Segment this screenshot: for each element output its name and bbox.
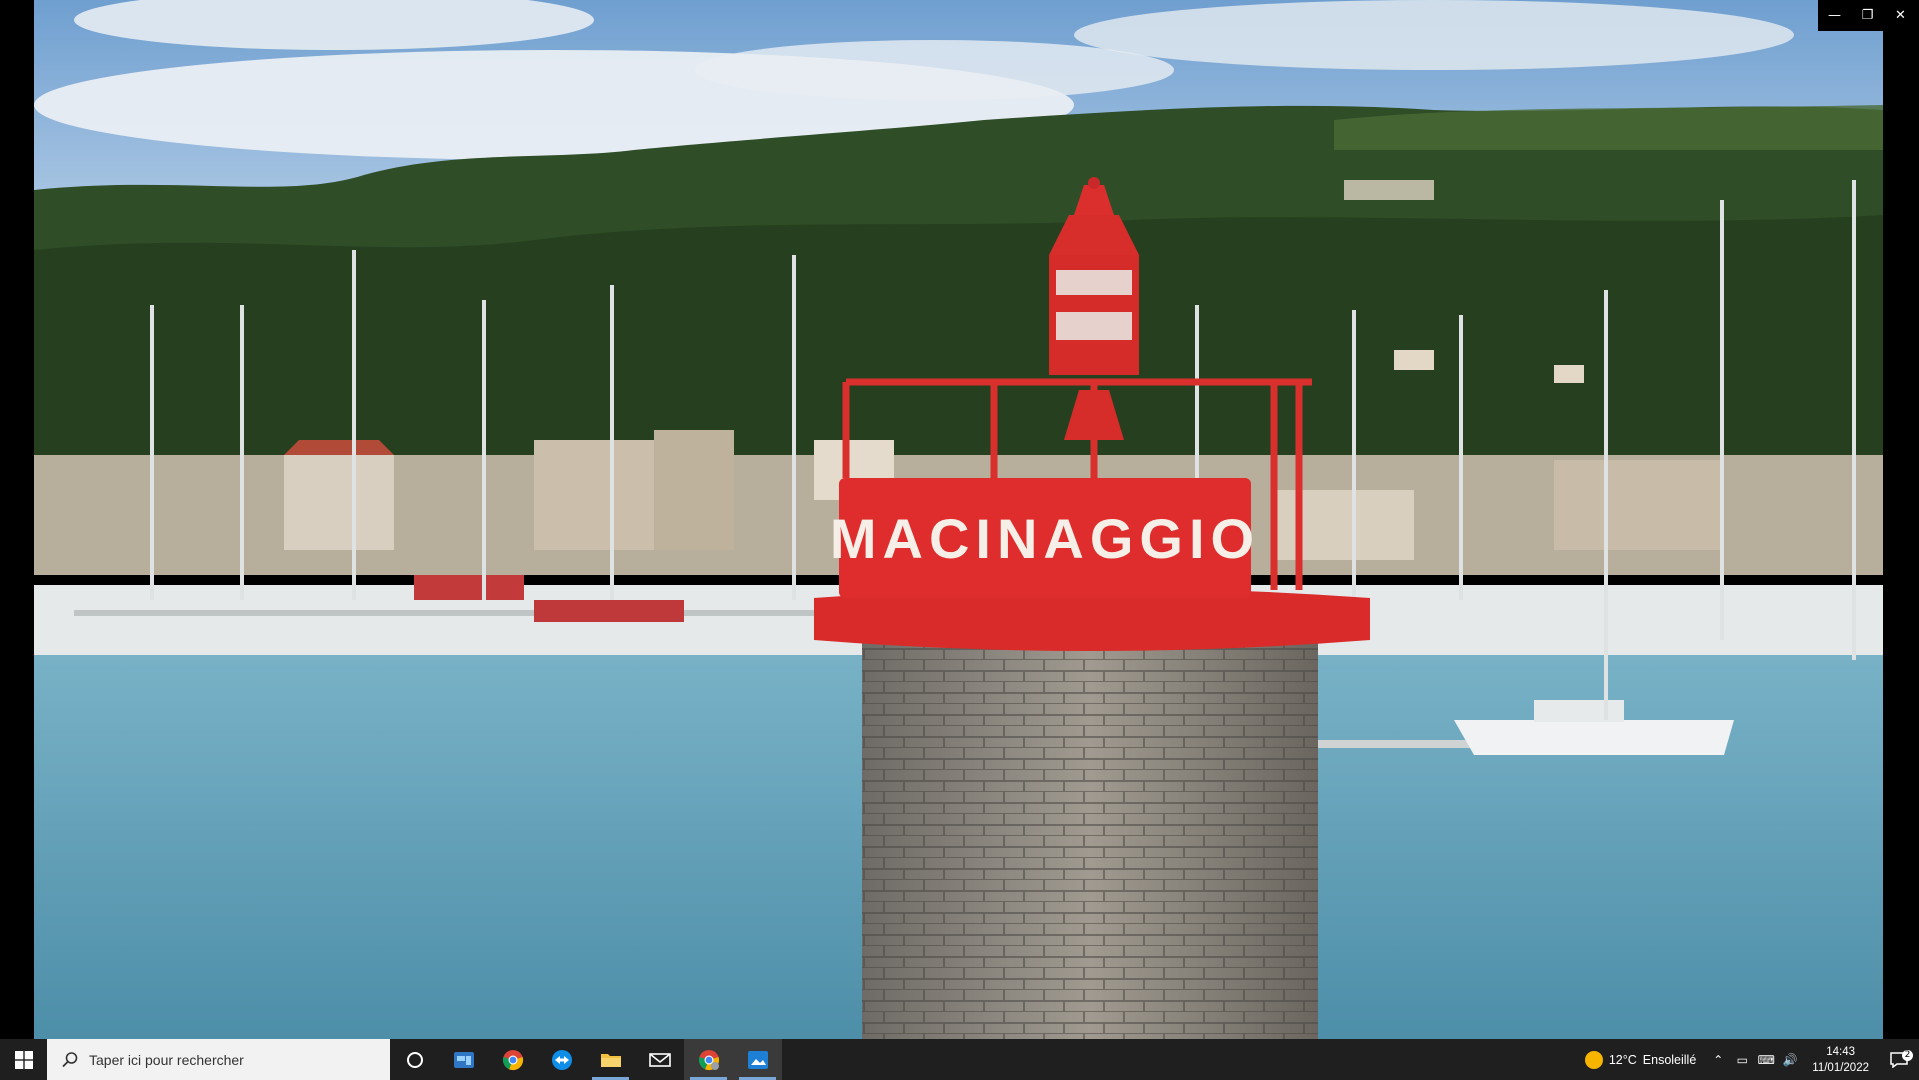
volume-icon[interactable]: 🔊 bbox=[1778, 1053, 1802, 1067]
taskbar-app-photos-tile[interactable] bbox=[439, 1039, 488, 1080]
weather-widget[interactable]: 12°C Ensoleillé bbox=[1575, 1050, 1706, 1069]
windows-logo-icon bbox=[14, 1050, 33, 1069]
cortana-icon bbox=[406, 1051, 423, 1068]
clock-date: 11/01/2022 bbox=[1812, 1061, 1869, 1074]
weather-condition: Ensoleillé bbox=[1642, 1052, 1697, 1067]
search-placeholder: Taper ici pour rechercher bbox=[89, 1051, 244, 1068]
close-button[interactable]: ✕ bbox=[1884, 0, 1917, 31]
harbor-photo[interactable]: MACINAGGIO bbox=[34, 0, 1883, 1039]
taskbar: Taper ici pour rechercher 12°C Ensoleill… bbox=[0, 1039, 1919, 1080]
cortana-button[interactable] bbox=[390, 1039, 439, 1080]
notification-count-badge: 2 bbox=[1902, 1049, 1913, 1061]
taskbar-app-chrome-profile[interactable] bbox=[684, 1039, 733, 1080]
lighthouse-sign-text: MACINAGGIO bbox=[830, 507, 1260, 570]
weather-temperature: 12°C bbox=[1608, 1052, 1637, 1067]
teamviewer-icon bbox=[551, 1049, 572, 1070]
keyboard-icon[interactable]: ⌨ bbox=[1754, 1053, 1778, 1067]
clock[interactable]: 14:43 11/01/2022 bbox=[1802, 1044, 1879, 1076]
taskbar-app-teamviewer[interactable] bbox=[537, 1039, 586, 1080]
taskbar-app-mail[interactable] bbox=[635, 1039, 684, 1080]
taskbar-app-file-explorer[interactable] bbox=[586, 1039, 635, 1080]
chrome-icon bbox=[502, 1049, 523, 1070]
mail-icon bbox=[648, 1052, 671, 1067]
chrome-profile-icon bbox=[698, 1049, 719, 1070]
taskbar-app-chrome[interactable] bbox=[488, 1039, 537, 1080]
photo-image: MACINAGGIO bbox=[34, 0, 1883, 1039]
photos-icon bbox=[747, 1050, 768, 1069]
sun-icon bbox=[1584, 1050, 1603, 1069]
photo-viewer-window: MACINAGGIO — ❐ ✕ bbox=[0, 0, 1919, 1039]
taskbar-app-photos-viewer[interactable] bbox=[733, 1039, 782, 1080]
notification-center-button[interactable]: 2 bbox=[1879, 1049, 1919, 1068]
chevron-up-icon[interactable]: ⌃ bbox=[1706, 1053, 1730, 1067]
clock-time: 14:43 bbox=[1826, 1045, 1856, 1058]
minimize-button[interactable]: — bbox=[1818, 0, 1851, 31]
restore-button[interactable]: ❐ bbox=[1851, 0, 1884, 31]
search-box[interactable]: Taper ici pour rechercher bbox=[47, 1039, 390, 1080]
search-icon bbox=[62, 1051, 78, 1067]
window-controls: — ❐ ✕ bbox=[1818, 0, 1919, 31]
network-icon[interactable]: ▭ bbox=[1730, 1053, 1754, 1067]
folder-icon bbox=[600, 1053, 621, 1067]
system-tray: 12°C Ensoleillé ⌃ ▭ ⌨ 🔊 14:43 11/01/2022… bbox=[1575, 1039, 1919, 1080]
start-button[interactable] bbox=[0, 1039, 47, 1080]
tile-app-icon bbox=[453, 1051, 474, 1068]
